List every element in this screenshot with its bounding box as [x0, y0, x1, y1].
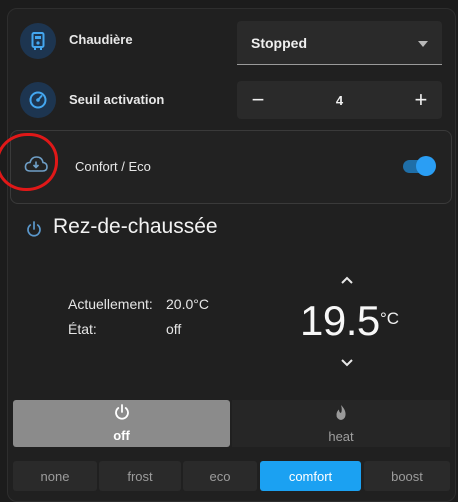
target-temperature: 19.5 [300, 297, 380, 344]
thermostat-card: Chaudière Stopped Seuil activation − 4 +… [7, 8, 456, 502]
preset-comfort[interactable]: comfort [260, 461, 361, 491]
state-label: État: [68, 321, 97, 337]
preset-none[interactable]: none [13, 461, 97, 491]
flame-icon [334, 404, 348, 426]
chevron-down-icon[interactable] [338, 356, 356, 370]
current-temp-label: Actuellement: [68, 296, 153, 312]
comfort-eco-toggle[interactable] [401, 156, 436, 176]
mode-heat-button[interactable]: heat [232, 400, 450, 447]
power-icon[interactable] [26, 221, 42, 242]
preset-frost[interactable]: frost [99, 461, 181, 491]
chevron-down-icon [418, 34, 428, 52]
boiler-select-value: Stopped [251, 34, 307, 51]
preset-boost[interactable]: boost [364, 461, 450, 491]
preset-eco[interactable]: eco [183, 461, 257, 491]
toggle-knob [416, 156, 436, 176]
boiler-label: Chaudière [69, 32, 133, 47]
comfort-eco-label: Confort / Eco [75, 159, 151, 174]
state-value: off [166, 321, 182, 337]
boiler-select[interactable]: Stopped [237, 21, 442, 65]
mode-off-label: off [113, 428, 130, 443]
target-unit: °C [380, 309, 400, 328]
threshold-stepper: − 4 + [237, 81, 442, 119]
threshold-value: 4 [335, 92, 344, 108]
boiler-icon [20, 23, 56, 59]
mode-heat-label: heat [328, 428, 354, 444]
chevron-up-icon[interactable] [338, 273, 356, 287]
threshold-label: Seuil activation [69, 92, 165, 107]
decrement-button[interactable]: − [247, 89, 269, 111]
power-icon [114, 404, 130, 425]
current-temp-value: 20.0°C [166, 296, 209, 312]
gauge-icon [20, 82, 56, 118]
mode-off-button[interactable]: off [13, 400, 230, 447]
increment-button[interactable]: + [410, 89, 432, 111]
zone-title: Rez-de-chaussée [53, 215, 218, 238]
